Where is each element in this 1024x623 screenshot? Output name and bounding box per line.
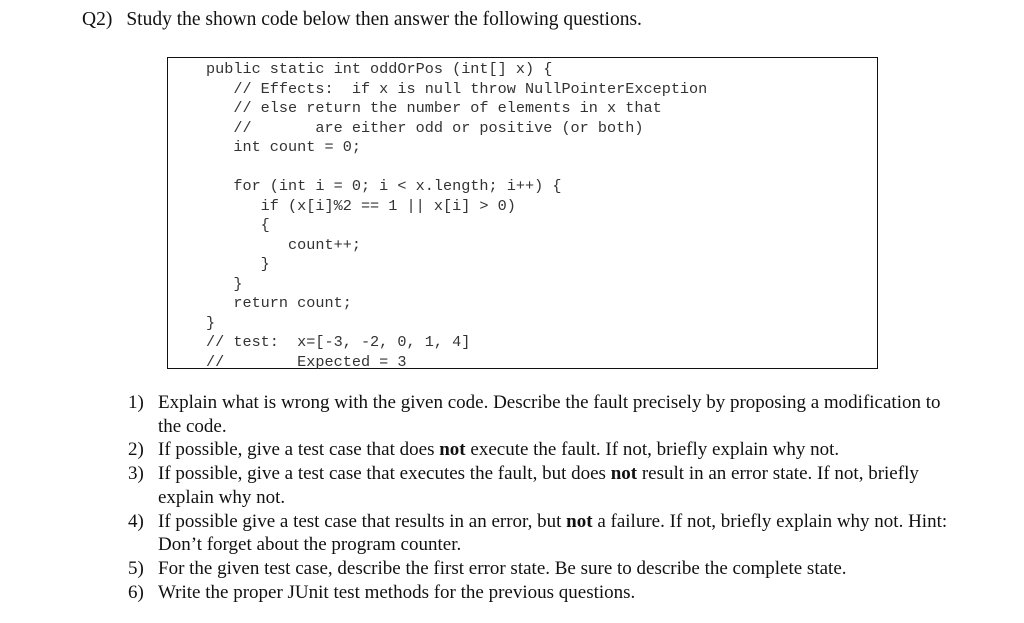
- code-line-brace: {: [206, 216, 270, 234]
- question-instruction: Study the shown code below then answer t…: [126, 9, 642, 30]
- question-item-text: If possible, give a test case that does …: [158, 439, 840, 461]
- question-item-number: 1): [128, 392, 144, 413]
- code-line-comment: // Effects: if x is null throw NullPoint…: [206, 79, 708, 98]
- question-item: 4) If possible give a test case that res…: [128, 510, 948, 557]
- code-line-comment: // else return the number of elements in…: [206, 99, 662, 117]
- question-item-text: For the given test case, describe the fi…: [158, 557, 847, 579]
- emphasis-not: not: [566, 510, 593, 532]
- code-line-return: return count;: [206, 294, 352, 312]
- code-line-brace: }: [206, 274, 243, 293]
- question-item-text: Write the proper JUnit test methods for …: [158, 581, 636, 603]
- emphasis-not: not: [439, 439, 466, 461]
- question-item-number: 4): [128, 510, 144, 532]
- code-line-expected: // Expected = 3: [206, 352, 407, 371]
- question-item-number: 5): [128, 557, 144, 579]
- question-item-text: If possible give a test case that result…: [158, 510, 948, 556]
- question-item-number: 6): [128, 581, 144, 603]
- question-list: 1) Explain what is wrong with the given …: [128, 391, 948, 604]
- question-item-text: If possible, give a test case that execu…: [158, 463, 919, 508]
- code-line-for-loop: for (int i = 0; i < x.length; i++) {: [206, 177, 562, 195]
- code-line-test: // test: x=[-3, -2, 0, 1, 4]: [206, 333, 471, 351]
- question-item: 5) For the given test case, describe the…: [128, 557, 948, 581]
- code-line-declaration: int count = 0;: [206, 138, 361, 156]
- question-number: Q2): [82, 9, 113, 30]
- code-block: public static int oddOrPos (int[] x) { /…: [167, 57, 878, 369]
- question-item-number: 2): [128, 439, 144, 461]
- question-item-number: 3): [128, 463, 144, 485]
- code-line-brace: }: [206, 255, 270, 273]
- code-line-brace: }: [206, 313, 216, 332]
- question-title: Q2) Study the shown code below then answe…: [82, 9, 642, 31]
- code-line-if: if (x[i]%2 == 1 || x[i] > 0): [206, 196, 516, 215]
- emphasis-not: not: [610, 463, 638, 485]
- question-item: 6) Write the proper JUnit test methods f…: [128, 581, 948, 605]
- question-item: 2) If possible, give a test case that do…: [128, 438, 948, 462]
- question-item: 3) If possible, give a test case that ex…: [128, 462, 948, 509]
- question-item-text: Explain what is wrong with the given cod…: [158, 392, 941, 437]
- code-line-signature: public static int oddOrPos (int[] x) {: [206, 60, 553, 78]
- code-line-increment: count++;: [206, 235, 361, 254]
- question-item: 1) Explain what is wrong with the given …: [128, 391, 948, 438]
- code-line-comment: // are either odd or positive (or both): [206, 118, 644, 137]
